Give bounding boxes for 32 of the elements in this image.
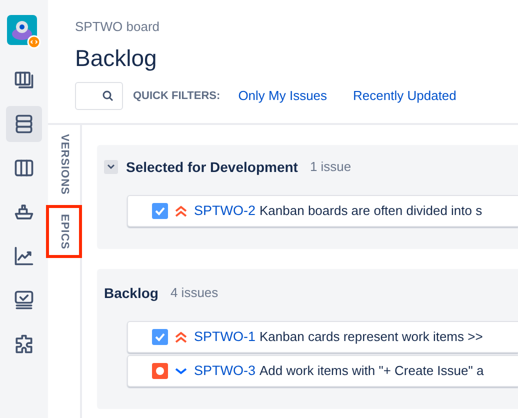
collapse-toggle[interactable] xyxy=(104,160,118,174)
issue-card[interactable]: SPTWO-3 Add work items with "+ Create Issue" a xyxy=(127,355,518,387)
section-title: Selected for Development xyxy=(126,158,298,177)
boards-icon[interactable] xyxy=(13,69,35,91)
puzzle-icon[interactable] xyxy=(13,333,35,355)
section-title: Backlog xyxy=(104,284,158,303)
chevron-down-icon xyxy=(107,164,115,170)
side-tab[interactable]: VERSIONS xyxy=(54,134,74,195)
search-icon xyxy=(102,90,114,102)
quick-filter-link[interactable]: Recently Updated xyxy=(353,86,456,106)
nav-item[interactable] xyxy=(6,106,42,142)
issue-card[interactable]: SPTWO-2 Kanban boards are often divided into s xyxy=(127,195,518,227)
page-title: Backlog xyxy=(75,44,158,72)
monitor-icon[interactable] xyxy=(13,289,35,311)
app-logo-icon xyxy=(7,15,41,49)
issue-key-link[interactable]: SPTWO-3 xyxy=(194,360,256,382)
issue-key-link[interactable]: SPTWO-1 xyxy=(194,326,256,348)
issue-summary: Add work items with "+ Create Issue" a xyxy=(260,362,484,380)
breadcrumb[interactable]: SPTWO board xyxy=(75,19,518,35)
chart-icon[interactable] xyxy=(13,245,35,267)
issue-card[interactable]: SPTWO-1 Kanban cards represent work items >> xyxy=(127,321,518,353)
search-field[interactable] xyxy=(75,82,123,110)
columns-icon[interactable] xyxy=(13,157,35,179)
issue-key-link[interactable]: SPTWO-2 xyxy=(194,200,256,222)
issue-count: 4 issues xyxy=(170,284,218,302)
issue-count: 1 issue xyxy=(310,158,352,176)
backlog-icon[interactable] xyxy=(13,113,35,135)
side-tab[interactable]: EPICS xyxy=(46,204,82,258)
issue-summary: Kanban cards represent work items >> xyxy=(260,328,483,346)
quick-filter-link[interactable]: Only My Issues xyxy=(238,86,328,106)
quick-filters-label: QUICK FILTERS: xyxy=(133,88,220,104)
issue-summary: Kanban boards are often divided into s xyxy=(260,202,482,220)
